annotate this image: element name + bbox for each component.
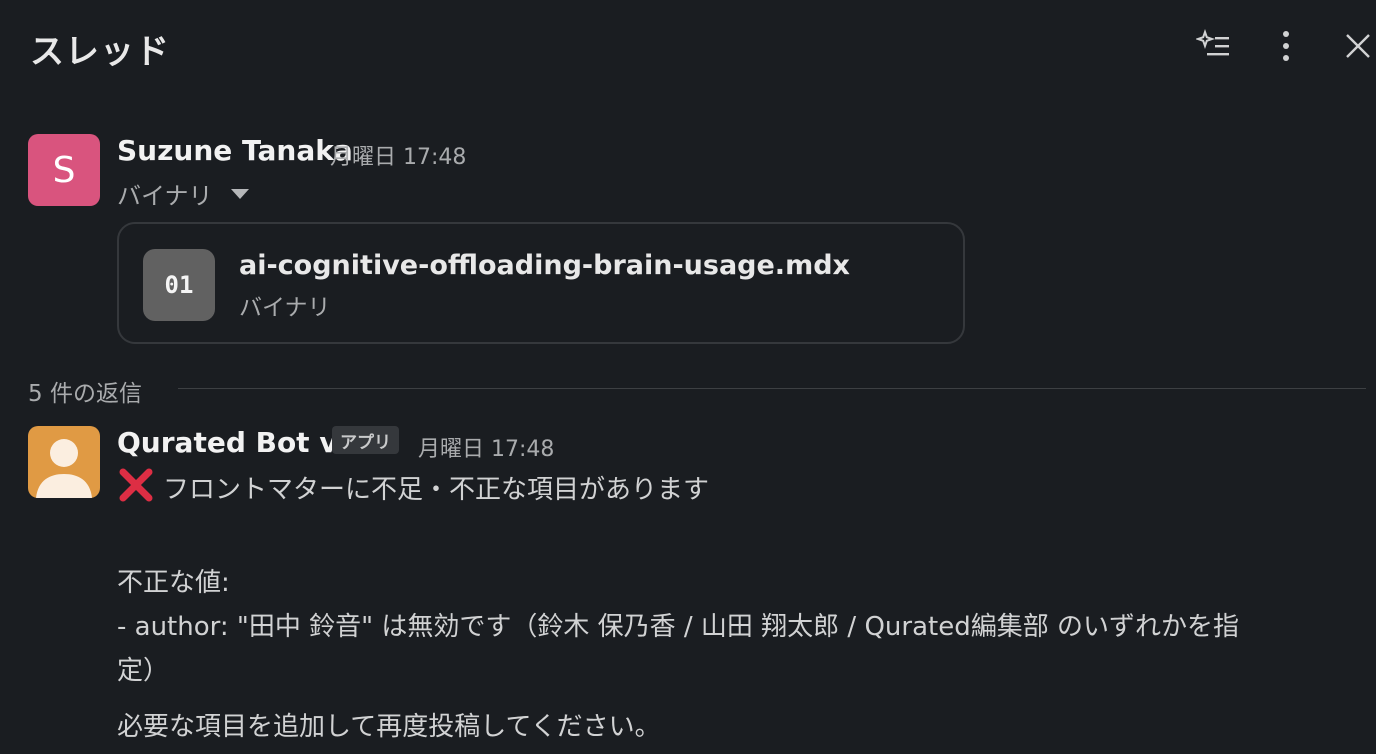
file-icon-label: 01 [164,271,194,299]
binary-file-icon: 01 [143,249,215,321]
file-type: バイナリ [239,295,331,321]
reply-timestamp[interactable]: 月曜日 17:48 [418,431,554,463]
replies-divider: 5 件の返信 [28,372,1366,407]
thread-header: スレッド [0,0,1376,92]
author-name[interactable]: Suzune Tanaka [117,134,353,167]
page-title: スレッド [30,32,170,72]
file-toggle-label: バイナリ [117,182,213,210]
close-icon[interactable] [1338,26,1376,66]
message-timestamp[interactable]: 月曜日 17:48 [330,139,466,171]
avatar[interactable]: S [28,134,100,206]
cross-mark-icon [117,466,155,511]
ai-summary-icon[interactable] [1194,26,1234,66]
bot-author-name[interactable]: Qurated Bot v2 [117,426,357,459]
replies-count: 5 件の返信 [28,381,142,407]
message-headline: フロントマターに不足・不正な項目があります [117,466,709,511]
file-name: ai-cognitive-offloading-brain-usage.mdx [239,250,850,281]
user-silhouette-icon [36,439,92,498]
caret-down-icon [230,188,249,199]
invalid-detail-line-2: 定） [117,656,170,686]
request-text: 必要な項目を追加して再度投稿してください。 [117,712,661,742]
divider-line [178,388,1366,389]
headline-text: フロントマターに不足・不正な項目があります [163,475,710,505]
avatar-letter: S [52,149,76,191]
more-vertical-icon[interactable] [1266,26,1306,66]
invalid-label: 不正な値: [117,568,230,598]
invalid-detail-line-1: - author: "田中 鈴音" は無効です（鈴木 保乃香 / 山田 翔太郎 … [117,612,1239,642]
file-toggle[interactable]: バイナリ [117,176,249,211]
file-attachment[interactable]: 01 ai-cognitive-offloading-brain-usage.m… [117,222,965,344]
app-badge: アプリ [332,426,399,454]
bot-avatar[interactable] [28,426,100,498]
